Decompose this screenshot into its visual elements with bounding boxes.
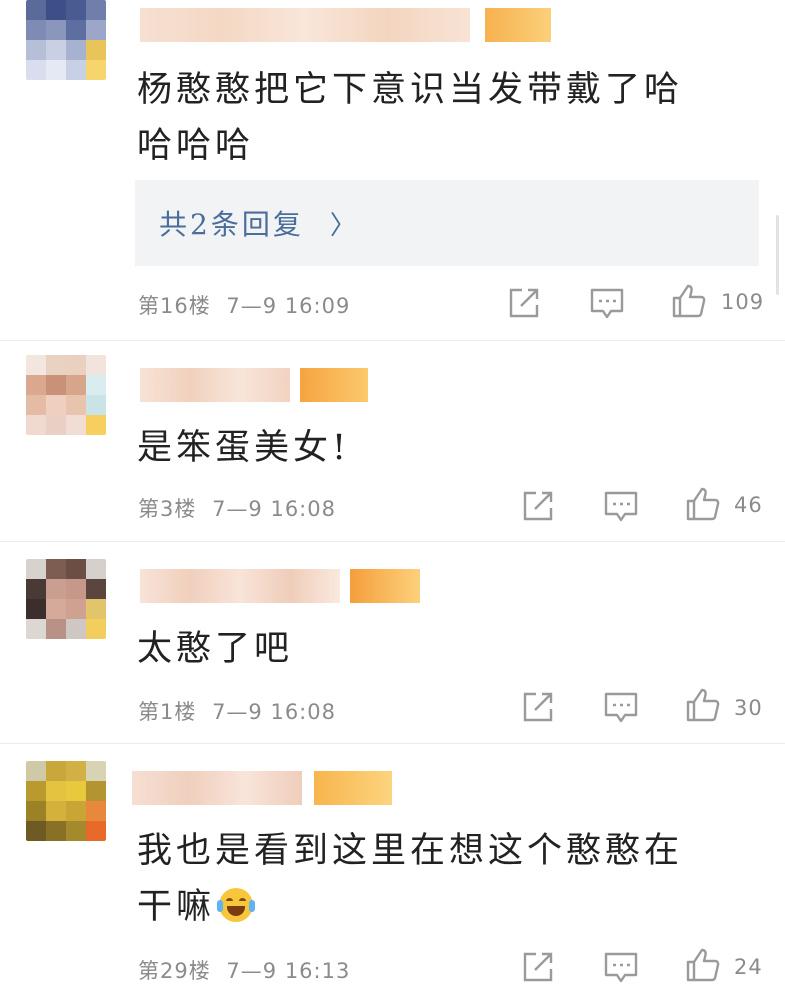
avatar[interactable] [26,559,106,639]
share-icon[interactable] [520,488,556,524]
floor-number: 第1楼 [138,700,197,724]
timestamp: 7—9 16:08 [212,497,336,521]
username-blurred[interactable] [140,8,560,42]
avatar[interactable] [26,761,106,841]
comment-icon[interactable] [603,690,639,726]
comment-icon[interactable] [603,489,639,525]
timestamp: 7—9 16:09 [226,294,351,318]
username-blurred[interactable] [140,569,430,603]
scrollbar[interactable] [776,215,779,295]
comment-icon[interactable] [589,286,625,322]
like-count: 46 [734,493,763,517]
replies-label: 共2条回复 [159,208,304,241]
share-icon[interactable] [520,949,556,985]
comment-meta: 第29楼 7—9 16:13 [138,955,350,985]
comment-text: 太憨了吧 [137,629,294,669]
comment-text: 杨憨憨把它下意识当发带戴了哈 哈哈哈 [137,70,684,166]
comment-meta: 第1楼 7—9 16:08 [138,696,336,726]
avatar[interactable] [26,355,106,435]
thumbs-up-icon[interactable] [671,283,707,319]
like-count: 30 [734,696,763,720]
username-blurred[interactable] [132,771,402,805]
like-count: 24 [734,955,763,979]
thumbs-up-icon[interactable] [685,947,721,983]
laughing-tears-emoji [217,887,256,922]
comment-item: 是笨蛋美女! 第3楼 7—9 16:08 46 [0,340,785,540]
comment-text: 我也是看到这里在想这个憨憨在 干嘛 [137,831,684,927]
share-icon[interactable] [506,285,542,321]
share-icon[interactable] [520,689,556,725]
comment-meta: 第16楼 7—9 16:09 [138,290,350,320]
floor-number: 第3楼 [138,497,197,521]
comment-item: 我也是看到这里在想这个憨憨在 干嘛 第29楼 7—9 16:13 24 [0,743,785,1000]
comment-meta: 第3楼 7—9 16:08 [138,493,336,523]
like-count: 109 [721,290,765,314]
view-replies-button[interactable]: 共2条回复 〉 [135,180,759,266]
floor-number: 第16楼 [138,294,211,318]
timestamp: 7—9 16:08 [212,700,336,724]
comment-icon[interactable] [603,950,639,986]
comment-item: 杨憨憨把它下意识当发带戴了哈 哈哈哈 共2条回复 〉 第16楼 7—9 16:09… [0,0,785,340]
avatar[interactable] [26,0,106,80]
comment-text: 是笨蛋美女! [137,428,351,468]
timestamp: 7—9 16:13 [226,959,351,983]
comment-item: 太憨了吧 第1楼 7—9 16:08 30 [0,541,785,743]
floor-number: 第29楼 [138,959,211,983]
username-blurred[interactable] [140,368,380,402]
thumbs-up-icon[interactable] [685,687,721,723]
chevron-right-icon: 〉 [329,210,356,241]
thumbs-up-icon[interactable] [685,486,721,522]
